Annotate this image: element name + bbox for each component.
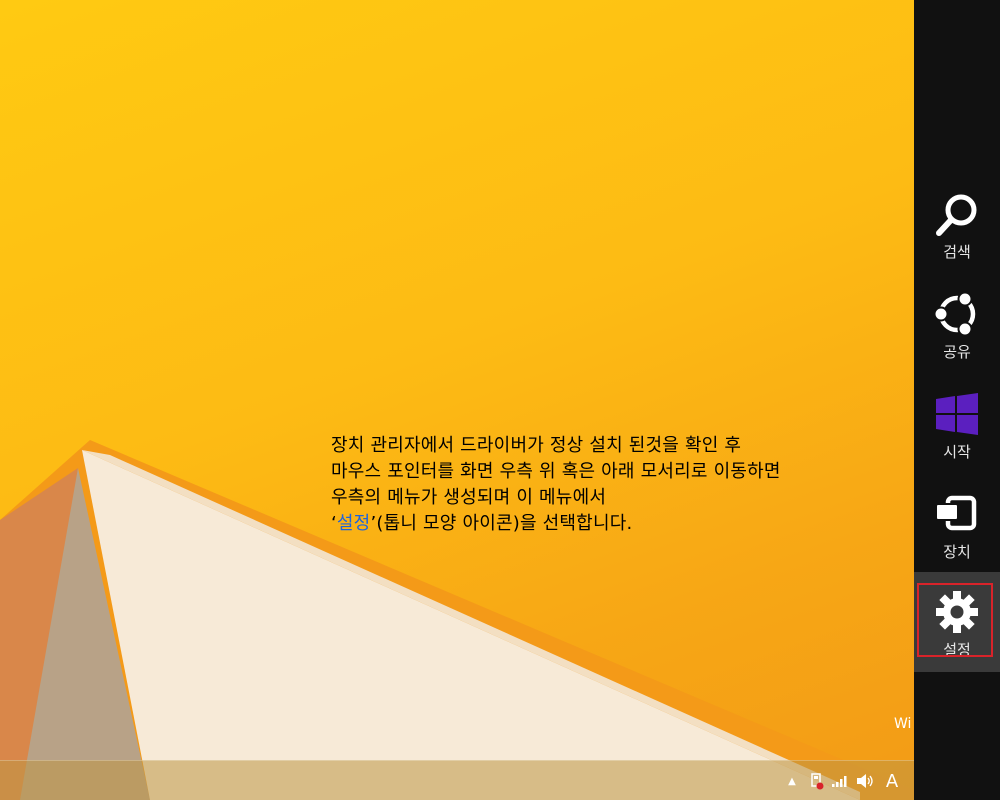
charm-share-button[interactable]: 공유 (914, 280, 1000, 380)
charm-start-button[interactable]: 시작 (914, 380, 1000, 480)
watermark-text: Wi (894, 716, 912, 732)
desktop[interactable]: 장치 관리자에서 드라이버가 정상 설치 된것을 확인 후 마우스 포인터를 화… (0, 0, 914, 800)
devices-icon (933, 490, 981, 538)
chevron-up-icon: ▲ (788, 775, 796, 787)
charm-search-label: 검색 (943, 243, 971, 261)
charm-search-button[interactable]: 검색 (914, 180, 1000, 280)
charm-devices-button[interactable]: 장치 (914, 480, 1000, 580)
windows-logo-icon (933, 390, 981, 438)
instruction-line-4-rest: ’(톱니 모양 아이콘)을 선택합니다. (370, 513, 633, 534)
charms-bar: 검색 공유 시작 장치 설정 (914, 0, 1000, 800)
charm-settings-button[interactable]: 설정 (914, 572, 1000, 672)
magnifier-icon (933, 190, 981, 238)
charm-start-label: 시작 (943, 443, 971, 461)
taskbar[interactable]: ▲ A (0, 760, 914, 800)
instruction-highlight-settings: 설정 (336, 513, 371, 534)
show-hidden-icons-button[interactable]: ▲ (783, 761, 801, 800)
ime-label: A (885, 770, 899, 792)
instruction-text: 장치 관리자에서 드라이버가 정상 설치 된것을 확인 후 마우스 포인터를 화… (331, 433, 906, 537)
network-tray-button[interactable] (831, 761, 851, 800)
volume-tray-button[interactable] (855, 761, 875, 800)
wallpaper (0, 440, 914, 800)
settings-highlight-box (917, 583, 993, 657)
input-method-button[interactable]: A (881, 761, 903, 800)
share-icon (933, 290, 981, 338)
usb-device-icon (811, 773, 824, 790)
charm-devices-label: 장치 (943, 543, 971, 561)
speaker-icon (857, 774, 873, 788)
instruction-line-2: 마우스 포인터를 화면 우측 위 혹은 아래 모서리로 이동하면 (331, 461, 781, 482)
screen: 장치 관리자에서 드라이버가 정상 설치 된것을 확인 후 마우스 포인터를 화… (0, 0, 1000, 800)
charm-share-label: 공유 (943, 343, 971, 361)
instruction-line-4: ‘설정’(톱니 모양 아이콘)을 선택합니다. (331, 511, 906, 537)
signal-bars-icon (832, 776, 847, 787)
usb-device-tray-button[interactable] (806, 761, 826, 800)
instruction-line-3: 우측의 메뉴가 생성되며 이 메뉴에서 (331, 487, 607, 508)
instruction-line-1: 장치 관리자에서 드라이버가 정상 설치 된것을 확인 후 (331, 435, 742, 456)
